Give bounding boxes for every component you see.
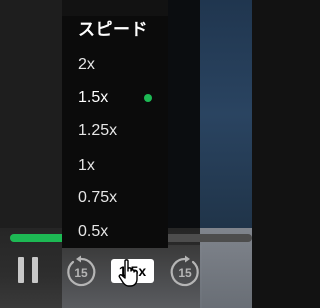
speed-option-1x[interactable]: 1x xyxy=(62,150,168,182)
selected-indicator-dot xyxy=(144,94,152,102)
playback-speed-button[interactable]: 1.5x xyxy=(111,259,154,283)
speed-option-1-5x[interactable]: 1.5x xyxy=(62,82,168,114)
speed-option-0-5x[interactable]: 0.5x xyxy=(62,216,168,248)
background-left-panel xyxy=(0,0,62,228)
rewind-15-button[interactable]: 15 xyxy=(64,255,98,289)
speed-option-label: 1.25x xyxy=(78,122,118,139)
speed-option-1-25x[interactable]: 1.25x xyxy=(62,115,168,147)
speed-option-2x[interactable]: 2x xyxy=(62,49,168,81)
forward-seconds-label: 15 xyxy=(178,266,192,280)
speed-option-label: 0.5x xyxy=(78,223,109,240)
playback-speed-label: 1.5x xyxy=(118,263,147,279)
speed-option-label: 1.5x xyxy=(78,89,109,106)
player-screen: スピード 2x 1.5x 1.25x 1x 0.75x 0.5x 15 1.5x… xyxy=(0,0,252,308)
pause-button[interactable] xyxy=(18,257,38,283)
background-artwork xyxy=(200,0,252,228)
speed-option-label: 1x xyxy=(78,157,95,174)
speed-option-label: 2x xyxy=(78,56,95,73)
forward-15-button[interactable]: 15 xyxy=(168,255,202,289)
rewind-15-icon: 15 xyxy=(67,255,96,287)
speed-menu: スピード 2x 1.5x 1.25x 1x 0.75x 0.5x xyxy=(62,16,168,248)
background-right-dark-panel xyxy=(168,0,200,228)
rewind-seconds-label: 15 xyxy=(74,266,88,280)
speed-menu-title: スピード xyxy=(78,20,148,39)
forward-15-icon: 15 xyxy=(170,255,199,287)
speed-option-label: 0.75x xyxy=(78,189,118,206)
speed-option-0-75x[interactable]: 0.75x xyxy=(62,182,168,214)
